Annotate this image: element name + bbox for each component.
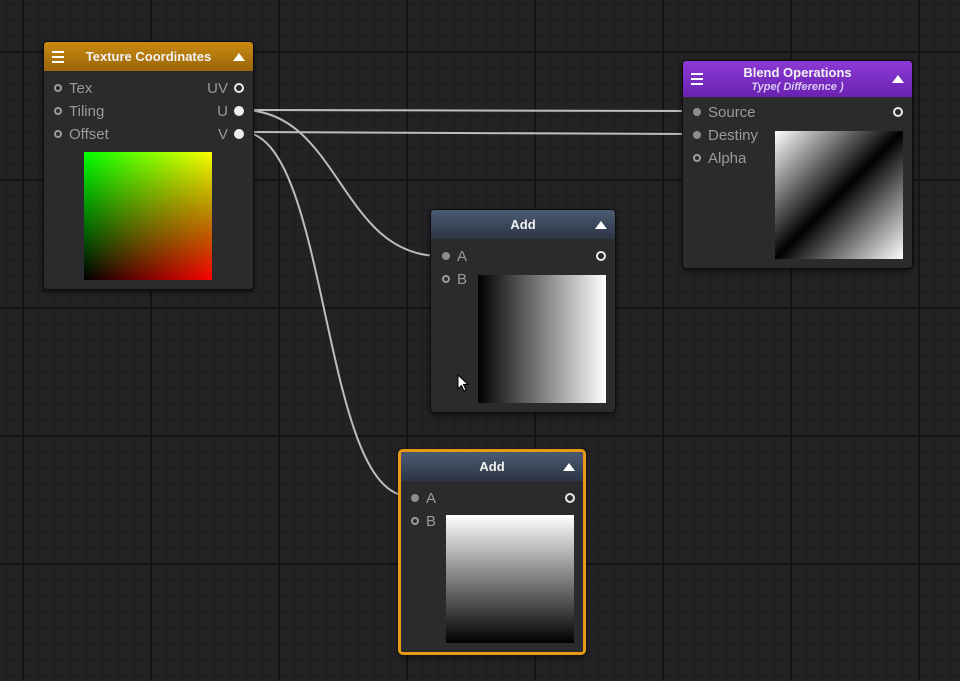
- port-pin-icon[interactable]: [54, 130, 62, 138]
- wire-u-to-source: [241, 109, 691, 112]
- port-pin-icon[interactable]: [234, 106, 244, 116]
- port-label: Destiny: [708, 126, 759, 144]
- node-header[interactable]: Add: [401, 452, 583, 481]
- collapse-arrow-icon[interactable]: [563, 462, 575, 471]
- port-pin-icon[interactable]: [893, 107, 903, 117]
- port-pin-icon[interactable]: [693, 108, 701, 116]
- port-pin-icon[interactable]: [411, 517, 419, 525]
- port-pin-icon[interactable]: [596, 251, 606, 261]
- node-header[interactable]: Blend Operations Type( Difference ): [683, 61, 912, 97]
- node-add-2[interactable]: Add A B: [398, 449, 586, 655]
- output-port-result[interactable]: [893, 103, 903, 121]
- port-label: A: [457, 247, 468, 265]
- preview-vertical-gradient: [446, 515, 574, 643]
- port-pin-icon[interactable]: [442, 252, 450, 260]
- port-pin-icon[interactable]: [693, 154, 701, 162]
- output-port-result[interactable]: [596, 247, 606, 265]
- input-port-a[interactable]: A: [442, 247, 467, 265]
- node-texture-coordinates[interactable]: Texture Coordinates Tex Tiling Offset UV…: [43, 41, 254, 290]
- input-port-tex[interactable]: Tex: [54, 79, 92, 97]
- output-port-v[interactable]: V: [218, 125, 244, 143]
- wire-u-to-add1-a: [241, 109, 441, 257]
- port-label: Tiling: [69, 102, 105, 120]
- collapse-arrow-icon[interactable]: [233, 52, 245, 61]
- port-label: Tex: [69, 79, 93, 97]
- node-header[interactable]: Add: [431, 210, 615, 239]
- input-port-alpha[interactable]: Alpha: [693, 149, 746, 167]
- preview-horizontal-gradient: [478, 275, 606, 403]
- port-pin-icon[interactable]: [234, 83, 244, 93]
- port-pin-icon[interactable]: [54, 84, 62, 92]
- node-title: Texture Coordinates: [85, 49, 212, 64]
- port-pin-icon[interactable]: [54, 107, 62, 115]
- node-subtitle: Type( Difference ): [751, 81, 844, 93]
- input-port-tiling[interactable]: Tiling: [54, 102, 104, 120]
- collapse-arrow-icon[interactable]: [595, 220, 607, 229]
- menu-icon[interactable]: [691, 73, 703, 85]
- node-title: Blend Operations: [743, 65, 852, 80]
- input-port-a[interactable]: A: [411, 489, 436, 507]
- cursor-icon: [457, 374, 470, 392]
- node-blend-operations[interactable]: Blend Operations Type( Difference ) Sour…: [682, 60, 913, 269]
- port-label: Offset: [69, 125, 109, 143]
- output-port-u[interactable]: U: [217, 102, 244, 120]
- input-port-destiny[interactable]: Destiny: [693, 126, 758, 144]
- port-label: Alpha: [708, 149, 747, 167]
- collapse-arrow-icon[interactable]: [892, 75, 904, 83]
- node-header[interactable]: Texture Coordinates: [44, 42, 253, 71]
- port-pin-icon[interactable]: [693, 131, 701, 139]
- port-label: A: [426, 489, 437, 507]
- preview-difference: [775, 131, 903, 259]
- input-port-b[interactable]: B: [442, 270, 467, 288]
- port-label: B: [457, 270, 468, 288]
- port-label: V: [217, 125, 228, 143]
- input-port-offset[interactable]: Offset: [54, 125, 109, 143]
- wire-v-to-destiny: [241, 131, 691, 135]
- port-pin-icon[interactable]: [234, 129, 244, 139]
- output-port-uv[interactable]: UV: [207, 79, 244, 97]
- node-title: Add: [479, 459, 505, 474]
- menu-icon[interactable]: [52, 50, 64, 63]
- port-pin-icon[interactable]: [565, 493, 575, 503]
- output-port-result[interactable]: [565, 489, 575, 507]
- wire-v-to-add2-a: [241, 131, 410, 497]
- port-label: B: [426, 512, 437, 530]
- port-label: Source: [708, 103, 756, 121]
- preview-uv-gradient: [84, 152, 212, 280]
- port-pin-icon[interactable]: [442, 275, 450, 283]
- port-label: UV: [207, 79, 228, 97]
- input-port-source[interactable]: Source: [693, 103, 756, 121]
- port-pin-icon[interactable]: [411, 494, 419, 502]
- port-label: U: [217, 102, 228, 120]
- input-port-b[interactable]: B: [411, 512, 436, 530]
- node-title: Add: [510, 217, 536, 232]
